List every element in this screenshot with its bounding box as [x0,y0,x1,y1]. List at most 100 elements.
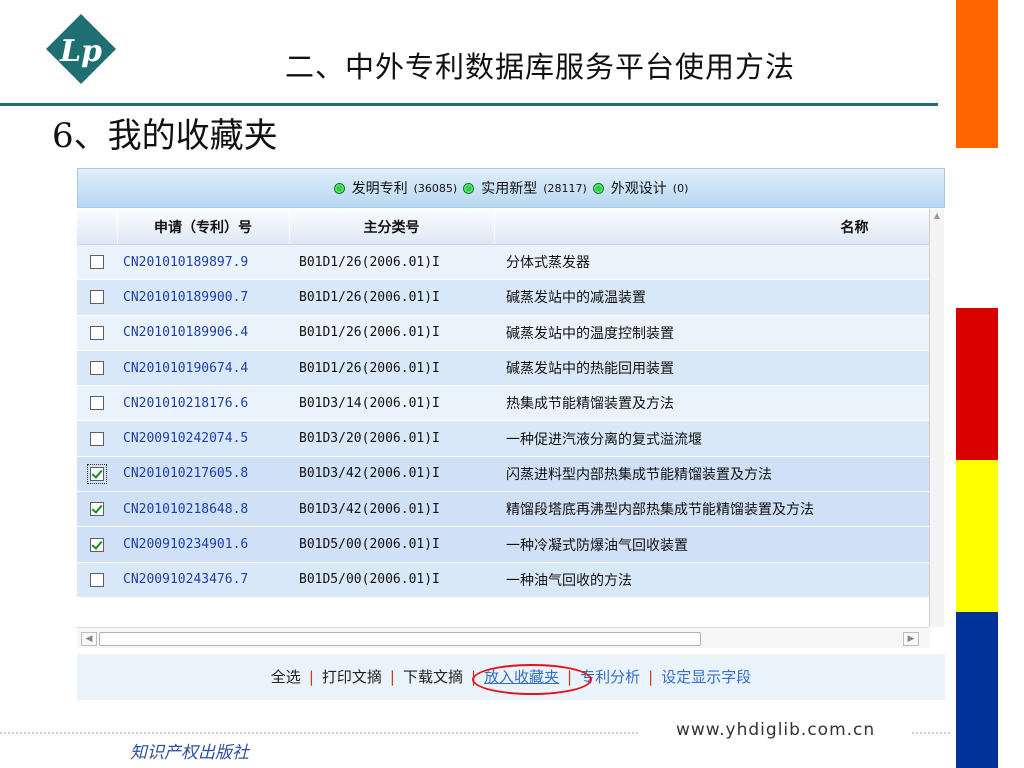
patent-title: 碱蒸发站中的减温装置 [494,279,929,316]
main-class: B01D3/14(2006.01)I [289,385,494,422]
application-number[interactable]: CN201010189900.7 [117,279,289,316]
decor-bar-orange [956,0,998,148]
slide-subtitle: 6、我的收藏夹 [52,116,278,156]
display-fields-link[interactable]: 设定显示字段 [661,654,751,700]
table-row[interactable]: CN200910243476.7 B01D5/00(2006.01)I 一种油气回收… [77,562,929,598]
patent-type-filter-bar: 发明专利 (36085) 实用新型 (28117) 外观设计 (0) [77,168,945,208]
decor-bar-red [956,308,998,460]
table-row[interactable]: CN201010218176.6 B01D3/14(2006.01)I 热集成节能精… [77,385,929,422]
table-row[interactable]: CN200910234901.6 B01D5/00(2006.01)I 一种冷凝式防… [77,526,929,563]
filter-count: (36085) [413,181,458,195]
patent-title: 闪蒸进料型内部热集成节能精馏装置及方法 [494,456,929,493]
header-application-number[interactable]: 申请（专利）号 [117,209,290,245]
patent-title: 一种促进汽液分离的复式溢流堰 [494,420,929,457]
row-checkbox[interactable] [90,572,104,587]
filter-label: 外观设计 [610,181,667,197]
patent-title: 碱蒸发站中的温度控制装置 [494,315,929,351]
row-checkbox[interactable] [90,431,104,446]
table-row[interactable]: CN201010189897.9 B01D1/26(2006.01)I 分体式蒸发器 [77,244,929,281]
table-row[interactable]: CN201010217605.8 B01D3/42(2006.01)I 闪蒸进料型内… [77,456,929,493]
application-number[interactable]: CN201010189906.4 [117,315,289,351]
row-checkbox[interactable] [90,290,104,305]
row-checkbox-cell [77,491,117,528]
row-checkbox-cell [77,315,117,351]
separator: | [389,668,395,686]
title-divider [0,103,938,106]
row-checkbox-cell [77,526,117,563]
main-class: B01D3/42(2006.01)I [289,491,494,528]
filter-count: (0) [672,181,689,195]
row-checkbox[interactable] [90,325,104,340]
publisher-name: 知识产权出版社 [130,743,249,763]
patent-title: 一种冷凝式防爆油气回收装置 [494,526,929,563]
separator: | [648,668,654,686]
scroll-right-icon[interactable]: ▶ [903,632,919,646]
table-row[interactable]: CN201010189906.4 B01D1/26(2006.01)I 碱蒸发站中的… [77,315,929,351]
decor-bar-blue [956,612,998,768]
main-class: B01D3/42(2006.01)I [289,456,494,493]
publisher-logo: Lp [46,14,116,84]
filter-label: 发明专利 [351,181,408,197]
select-all-link[interactable]: 全选 [271,654,301,700]
patent-title: 一种油气回收的方法 [494,562,929,598]
scroll-left-icon[interactable]: ◀ [81,632,97,646]
main-class: B01D1/26(2006.01)I [289,244,494,281]
add-to-favorites-link[interactable]: 放入收藏夹 [472,654,593,700]
row-checkbox-cell [77,350,117,387]
main-class: B01D3/20(2006.01)I [289,420,494,457]
row-checkbox[interactable] [90,396,104,411]
filter-invention[interactable]: 发明专利 (36085) [333,178,458,198]
horizontal-scroll-thumb[interactable] [99,632,701,646]
footer-divider-left [0,732,640,734]
row-checkbox[interactable] [90,255,104,270]
main-class: B01D1/26(2006.01)I [289,315,494,351]
row-checkbox-cell [77,279,117,316]
application-number[interactable]: CN200910234901.6 [117,526,289,563]
patent-title: 分体式蒸发器 [494,244,929,281]
row-checkbox-cell [77,562,117,598]
patent-title: 碱蒸发站中的热能回用装置 [494,350,929,387]
row-checkbox[interactable] [90,502,104,517]
table-row[interactable]: CN201010189900.7 B01D1/26(2006.01)I 碱蒸发站中的… [77,279,929,316]
print-abstract-link[interactable]: 打印文摘 [322,654,382,700]
favorites-screen: 发明专利 (36085) 实用新型 (28117) 外观设计 (0) 申请（专利… [77,168,945,705]
vertical-scrollbar[interactable]: ▲ [929,209,944,627]
patent-table: 申请（专利）号 主分类号 名称 CN201010189897.9 B01D1/26… [77,209,929,598]
svg-text:Lp: Lp [59,34,102,69]
table-row[interactable]: CN200910242074.5 B01D3/20(2006.01)I 一种促进汽液… [77,420,929,457]
filter-utility-model[interactable]: 实用新型 (28117) [463,178,587,198]
table-row[interactable]: CN201010190674.4 B01D1/26(2006.01)I 碱蒸发站中的… [77,350,929,387]
row-checkbox[interactable] [87,463,107,484]
patent-table-container: 申请（专利）号 主分类号 名称 CN201010189897.9 B01D1/26… [77,209,929,627]
application-number[interactable]: CN201010218648.8 [117,491,289,528]
row-checkbox[interactable] [90,537,104,552]
main-class: B01D5/00(2006.01)I [289,526,494,563]
application-number[interactable]: CN201010217605.8 [117,456,289,493]
row-checkbox-cell [77,385,117,422]
filter-label: 实用新型 [481,181,538,197]
application-number[interactable]: CN201010218176.6 [117,385,289,422]
action-bar: 全选 | 打印文摘 | 下载文摘 | 放入收藏夹 | 专利分析 | 设定显示字段 [77,654,945,700]
scroll-up-icon[interactable]: ▲ [931,210,943,222]
application-number[interactable]: CN201010190674.4 [117,350,289,387]
main-class: B01D1/26(2006.01)I [289,350,494,387]
row-checkbox-cell [77,456,117,493]
separator: | [308,668,314,686]
patent-title: 精馏段塔底再沸型内部热集成节能精馏装置及方法 [494,491,929,528]
horizontal-scrollbar[interactable]: ◀ ▶ [77,627,929,648]
application-number[interactable]: CN200910242074.5 [117,420,289,457]
application-number[interactable]: CN201010189897.9 [117,244,289,281]
slide-title: 二、中外专利数据库服务平台使用方法 [285,50,796,84]
patent-title: 热集成节能精馏装置及方法 [494,385,929,422]
header-main-class[interactable]: 主分类号 [289,209,495,245]
row-checkbox-cell [77,244,117,281]
red-highlight-circle [472,664,593,695]
header-title[interactable]: 名称 [494,209,929,245]
table-row[interactable]: CN201010218648.8 B01D3/42(2006.01)I 精馏段塔底再… [77,491,929,528]
application-number[interactable]: CN200910243476.7 [117,562,289,598]
filter-design[interactable]: 外观设计 (0) [592,178,689,198]
row-checkbox[interactable] [90,361,104,376]
download-abstract-link[interactable]: 下载文摘 [403,654,463,700]
main-class: B01D5/00(2006.01)I [289,562,494,598]
filter-count: (28117) [543,181,587,195]
